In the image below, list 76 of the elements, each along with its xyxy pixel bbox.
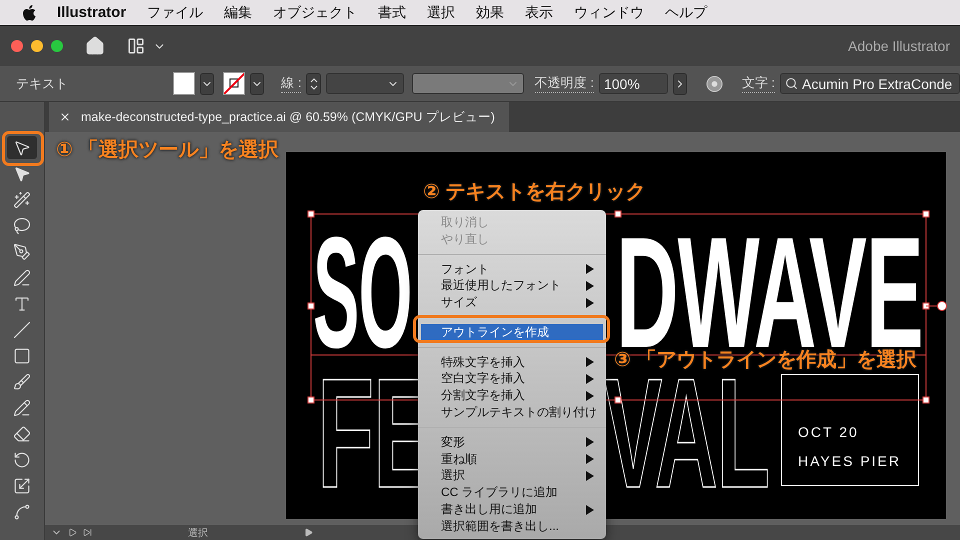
zoom-button[interactable]	[51, 40, 63, 52]
menu-item[interactable]: オブジェクト	[273, 4, 358, 22]
tool-button[interactable]	[7, 136, 37, 159]
status-tool-name: 選択	[187, 526, 209, 540]
menu-item[interactable]: 書式	[378, 4, 406, 22]
scale-icon	[13, 476, 31, 494]
annotation-text: ① 「選択ツール」を選択	[56, 138, 278, 163]
character-label: 文字 :	[742, 74, 776, 93]
app-menu[interactable]: Illustrator	[57, 4, 126, 21]
stroke-weight-field[interactable]	[326, 73, 404, 94]
menu-item[interactable]: 重ね順	[421, 450, 603, 468]
lasso-icon	[13, 216, 31, 234]
type-tool-icon	[13, 294, 31, 312]
event-info-text: OCT 20	[798, 424, 860, 440]
menu-item[interactable]: ヘルプ	[665, 4, 708, 22]
pencil-icon	[13, 398, 31, 416]
menu-item[interactable]: ファイル	[147, 4, 204, 22]
line-icon	[13, 320, 31, 338]
menu-item[interactable]: 特殊文字を挿入	[421, 354, 603, 371]
outline-text: VAL	[604, 376, 769, 493]
selection-type-label: テキスト	[16, 74, 68, 92]
stroke-dropdown-button[interactable]	[250, 72, 264, 94]
workspace-layout-icon[interactable]	[127, 37, 145, 55]
skip-icon[interactable]	[83, 528, 92, 537]
font-search-field[interactable]: Acumin Pro ExtraConde	[780, 73, 960, 94]
menu-item[interactable]: 選択	[421, 468, 603, 484]
menu-item[interactable]: サイズ	[421, 294, 603, 311]
selection-arrow-icon	[13, 138, 31, 156]
menu-item[interactable]: 選択範囲を書き出し...	[421, 518, 603, 535]
headline-text: SO	[313, 234, 412, 352]
event-info-text: HAYES PIER	[798, 453, 902, 469]
opacity-label: 不透明度 :	[534, 74, 594, 93]
menu-item[interactable]: 編集	[224, 4, 252, 22]
play-icon[interactable]	[68, 528, 77, 537]
fill-dropdown-button[interactable]	[200, 72, 214, 94]
close-window-button[interactable]	[11, 40, 23, 52]
stroke-label: 線 :	[281, 74, 302, 93]
apple-logo-icon	[22, 4, 36, 20]
style-dropdown[interactable]	[412, 73, 524, 94]
menu-item[interactable]: アウトラインを作成	[421, 324, 603, 341]
menu-item[interactable]: 空白文字を挿入	[421, 370, 603, 388]
close-icon[interactable]	[59, 111, 71, 123]
recolor-wheel-icon[interactable]	[706, 74, 723, 92]
menu-item[interactable]: 選択	[427, 4, 456, 22]
document-tab-title: make-deconstructed-type_practice.ai @ 60.59% (CMYK/GPU プレビュー)	[81, 108, 495, 126]
menu-item[interactable]: 書き出し用に追加	[421, 501, 603, 518]
menu-item[interactable]: サンプルテキストの割り付け	[421, 404, 603, 421]
stroke-stepper[interactable]	[306, 72, 321, 94]
menu-item[interactable]: 変形	[421, 434, 603, 451]
annotation-text: ② テキストを右クリック	[423, 180, 646, 205]
menu-item[interactable]: 分割文字を挿入	[421, 387, 603, 404]
menu-item[interactable]: ウィンドウ	[574, 4, 644, 22]
menu-item[interactable]: 最近使用したフォント	[421, 277, 603, 294]
search-icon	[785, 77, 798, 90]
menu-item[interactable]: フォント	[421, 260, 603, 278]
window-title: Adobe Illustrator	[848, 38, 950, 54]
play-icon[interactable]	[304, 528, 313, 537]
brush-icon	[13, 372, 31, 390]
opacity-field[interactable]: 100%	[598, 73, 668, 94]
curve-icon	[13, 502, 31, 520]
magic-wand-icon	[13, 190, 31, 208]
home-icon[interactable]	[85, 36, 105, 56]
pen-icon	[13, 242, 31, 260]
menu-item[interactable]: 効果	[476, 4, 504, 22]
menu-item[interactable]: CC ライブラリに追加	[421, 484, 603, 502]
minimize-button[interactable]	[31, 40, 43, 52]
opacity-arrow-button[interactable]	[672, 72, 687, 94]
filled-arrow-icon	[13, 164, 31, 182]
stroke-swatch[interactable]	[223, 72, 245, 95]
menu-item[interactable]: 表示	[525, 4, 554, 22]
eraser-icon	[13, 424, 31, 442]
rotate-icon	[13, 450, 31, 468]
rectangle-icon	[13, 346, 31, 364]
document-tab[interactable]: make-deconstructed-type_practice.ai @ 60.59% (CMYK/GPU プレビュー)	[49, 102, 509, 132]
fill-swatch[interactable]	[173, 72, 195, 95]
highlight-ring	[2, 131, 44, 166]
